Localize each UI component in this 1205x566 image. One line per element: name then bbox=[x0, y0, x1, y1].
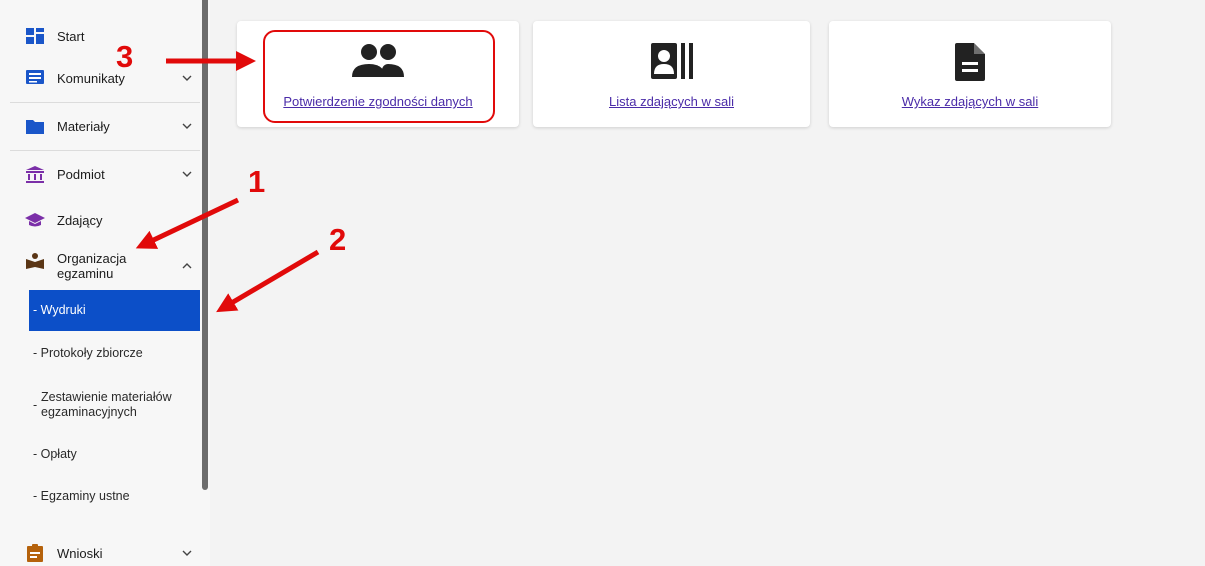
subitem-label: Zestawienie materiałów egzaminacyjnych bbox=[41, 390, 172, 419]
sidebar-subitem-zestawienie[interactable]: - Zestawienie materiałów egzaminacyjnych bbox=[29, 388, 200, 422]
sidebar-item-label: Materiały bbox=[57, 118, 110, 134]
sidebar-subitem-wydruki[interactable]: - Wydruki bbox=[29, 290, 200, 331]
annotation-number-1: 1 bbox=[248, 164, 266, 199]
sidebar-item-zdajacy[interactable]: Zdający bbox=[0, 208, 200, 232]
arrow-2 bbox=[216, 249, 320, 313]
sidebar-subitem-protokoly[interactable]: - Protokoły zbiorcze bbox=[29, 343, 200, 363]
sidebar-item-podmiot[interactable]: Podmiot bbox=[0, 162, 200, 186]
highlight-box bbox=[263, 30, 495, 123]
chevron-up-icon[interactable] bbox=[180, 263, 194, 269]
sidebar-item-wnioski[interactable]: Wnioski bbox=[0, 542, 200, 564]
sidebar-item-start[interactable]: Start bbox=[0, 24, 200, 48]
sidebar: Start Komunikaty Materiały Podmiot Zdają… bbox=[0, 0, 210, 566]
sidebar-item-komunikaty[interactable]: Komunikaty bbox=[0, 66, 200, 90]
chevron-down-icon[interactable] bbox=[180, 75, 194, 81]
document-icon bbox=[829, 43, 1111, 81]
sidebar-item-label: Wnioski bbox=[57, 545, 103, 561]
divider bbox=[10, 102, 200, 103]
card-lista-zdajacych[interactable]: Lista zdających w sali bbox=[533, 21, 810, 127]
annotation-number-3: 3 bbox=[116, 39, 134, 74]
sidebar-item-label: Podmiot bbox=[57, 166, 105, 182]
subitem-label: - Wydruki bbox=[33, 303, 86, 317]
card-wykaz-zdajacych[interactable]: Wykaz zdających w sali bbox=[829, 21, 1111, 127]
subitem-label: - Egzaminy ustne bbox=[33, 488, 130, 503]
subitem-label: - Opłaty bbox=[33, 446, 77, 461]
exam-organization-icon bbox=[24, 252, 46, 270]
sidebar-item-materialy[interactable]: Materiały bbox=[0, 114, 200, 138]
sidebar-item-organizacja-egzaminu[interactable]: Organizacja egzaminu bbox=[0, 249, 200, 283]
clipboard-icon bbox=[24, 544, 46, 562]
subitem-label: - Protokoły zbiorcze bbox=[33, 345, 143, 360]
chevron-down-icon[interactable] bbox=[180, 123, 194, 129]
sidebar-item-label: Organizacja egzaminu bbox=[57, 251, 127, 281]
sidebar-subitem-oplaty[interactable]: - Opłaty bbox=[29, 444, 200, 464]
message-icon bbox=[24, 69, 46, 87]
chevron-down-icon[interactable] bbox=[180, 550, 194, 556]
subitem-dash: - bbox=[33, 398, 38, 412]
dashboard-icon bbox=[24, 27, 46, 45]
scrollbar[interactable] bbox=[202, 12, 208, 490]
graduation-cap-icon bbox=[24, 211, 46, 229]
card-link[interactable]: Wykaz zdających w sali bbox=[829, 94, 1111, 109]
card-link[interactable]: Lista zdających w sali bbox=[533, 94, 810, 109]
chevron-down-icon[interactable] bbox=[180, 171, 194, 177]
sidebar-item-label: Zdający bbox=[57, 212, 103, 228]
institution-icon bbox=[24, 165, 46, 183]
annotation-number-2: 2 bbox=[329, 222, 347, 257]
folder-icon bbox=[24, 117, 46, 135]
divider bbox=[10, 150, 200, 151]
sidebar-subitem-egzaminy-ustne[interactable]: - Egzaminy ustne bbox=[29, 486, 200, 506]
contact-list-icon bbox=[533, 43, 810, 79]
